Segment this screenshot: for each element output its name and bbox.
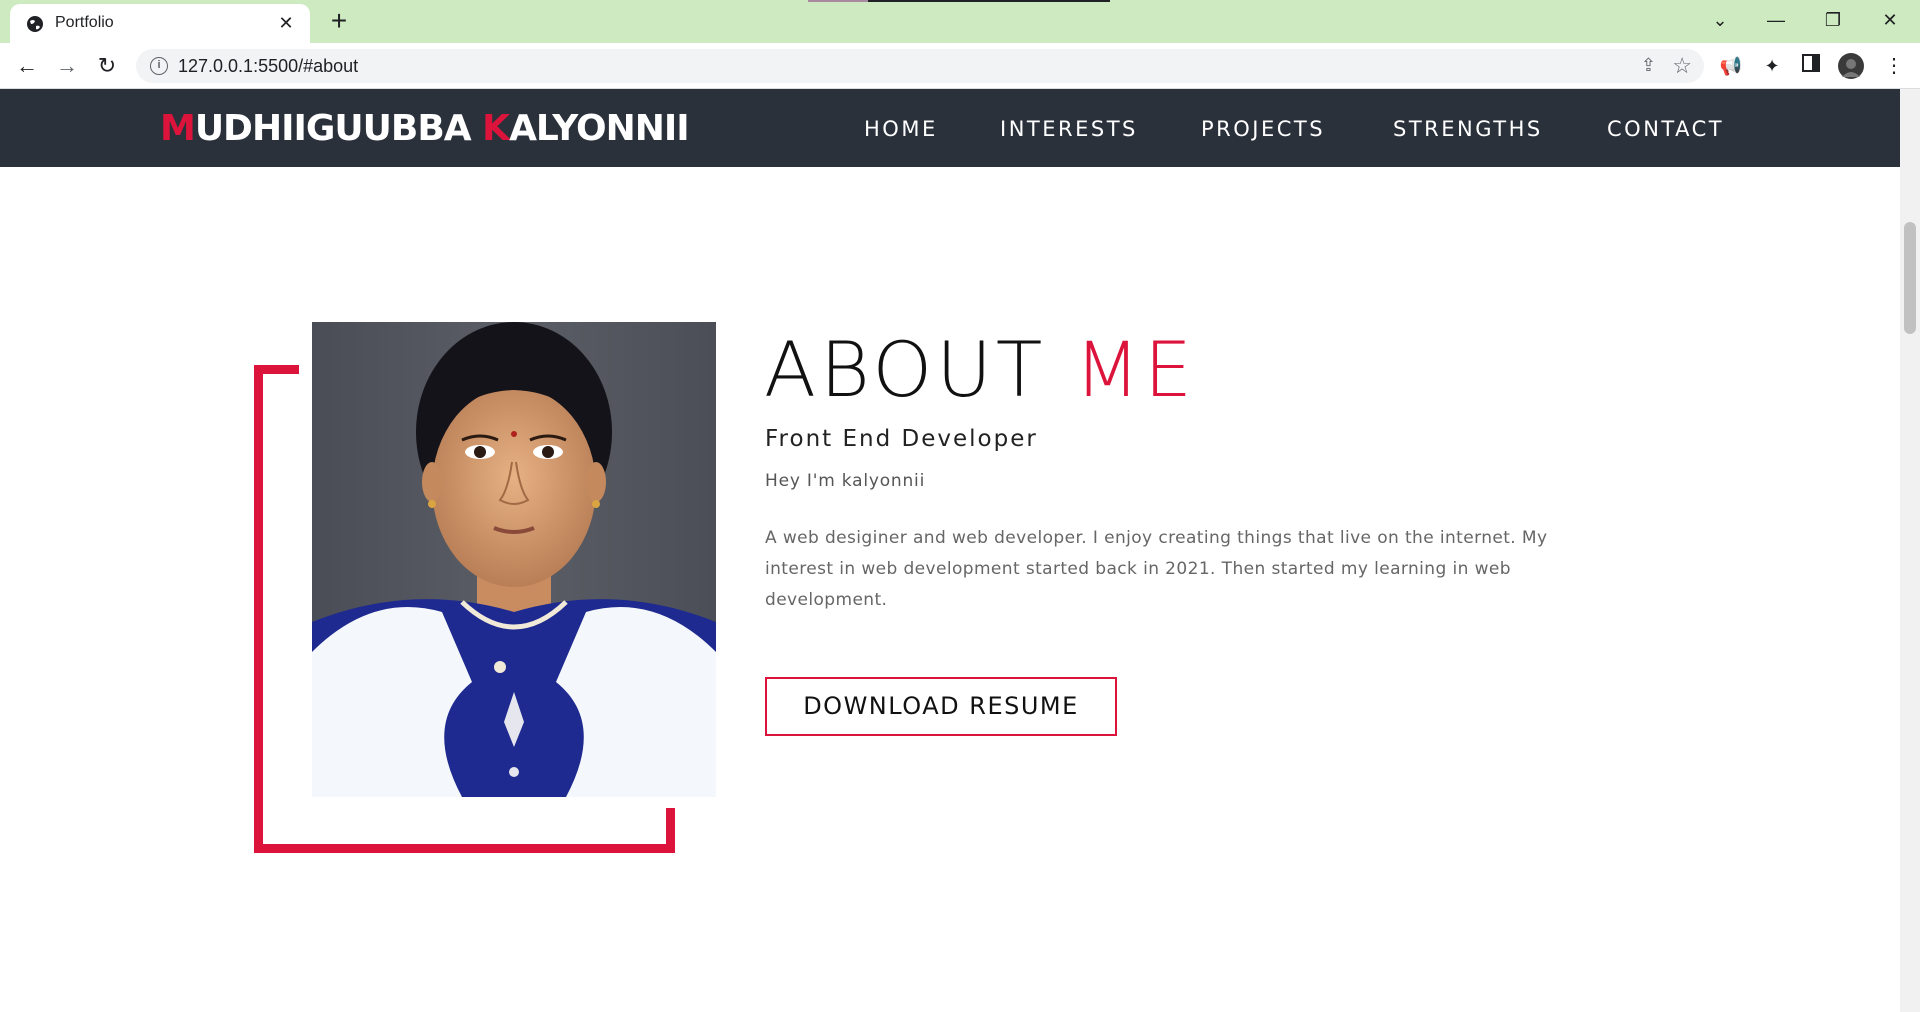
browser-menu-icon[interactable]: ⋮: [1881, 53, 1907, 79]
brand-initial-last: K: [482, 108, 510, 149]
browser-tab-strip: Portfolio ✕ + ⌄ — ❐ ✕: [0, 0, 1920, 43]
nav-link-home[interactable]: HOME: [864, 117, 938, 141]
new-tab-button[interactable]: +: [324, 6, 354, 36]
greeting-text: Hey I'm kalyonnii: [765, 471, 926, 491]
profile-photo: [312, 322, 716, 797]
brand-first-name-rest: UDHIIGUUBBA: [194, 108, 483, 149]
page-viewport: MUDHIIGUUBBA KALYONNII HOME INTERESTS PR…: [0, 89, 1900, 1012]
close-tab-icon[interactable]: ✕: [276, 13, 296, 33]
tab-search-chevron-down-icon[interactable]: ⌄: [1700, 6, 1740, 34]
photo-frame-top: [254, 365, 299, 374]
browser-tab[interactable]: Portfolio ✕: [10, 4, 310, 43]
bookmark-star-icon[interactable]: ☆: [1672, 53, 1692, 79]
tab-title: Portfolio: [55, 14, 114, 31]
minimize-window-button[interactable]: —: [1756, 6, 1796, 34]
reload-icon[interactable]: ↻: [92, 51, 122, 81]
site-info-icon[interactable]: i: [150, 57, 168, 75]
browser-toolbar: ← → ↻ i 127.0.0.1:5500/#about ⇪ ☆ 📢 ✦ ⋮: [0, 43, 1920, 89]
brand-last-name-rest: ALYONNII: [509, 108, 690, 149]
share-icon[interactable]: ⇪: [1641, 55, 1656, 76]
nav-link-projects[interactable]: PROJECTS: [1201, 117, 1325, 141]
restore-window-button[interactable]: ❐: [1813, 6, 1853, 34]
back-arrow-icon[interactable]: ←: [12, 51, 42, 81]
megaphone-extension-icon[interactable]: 📢: [1718, 53, 1744, 79]
photo-frame-right: [666, 808, 675, 853]
site-logo[interactable]: MUDHIIGUUBBA KALYONNII: [160, 108, 690, 149]
side-panel-icon[interactable]: [1798, 53, 1824, 79]
nav-link-interests[interactable]: INTERESTS: [1000, 117, 1138, 141]
tab-strip-divider-accent: [808, 0, 868, 2]
role-subtitle: Front End Developer: [765, 426, 1038, 452]
address-bar-url[interactable]: 127.0.0.1:5500/#about: [178, 56, 358, 77]
about-description: A web desiginer and web developer. I enj…: [765, 528, 1548, 610]
nav-link-strengths[interactable]: STRENGTHS: [1393, 117, 1543, 141]
forward-arrow-icon[interactable]: →: [52, 51, 82, 81]
scrollbar-thumb[interactable]: [1904, 222, 1916, 334]
about-heading-main: ABOUT: [764, 325, 1047, 414]
nav-link-contact[interactable]: CONTACT: [1607, 117, 1724, 141]
address-bar[interactable]: i 127.0.0.1:5500/#about ⇪ ☆: [136, 49, 1704, 83]
close-window-button[interactable]: ✕: [1870, 6, 1910, 34]
globe-icon: [27, 16, 43, 32]
page-scrollbar[interactable]: [1900, 89, 1920, 1012]
download-resume-button[interactable]: DOWNLOAD RESUME: [765, 677, 1117, 736]
profile-avatar[interactable]: [1838, 53, 1864, 79]
brand-initial-first: M: [160, 108, 196, 149]
site-navbar: MUDHIIGUUBBA KALYONNII HOME INTERESTS PR…: [0, 89, 1900, 167]
extensions-puzzle-icon[interactable]: ✦: [1759, 53, 1785, 79]
about-heading-accent: ME: [1074, 325, 1197, 414]
about-heading: ABOUT ME: [764, 325, 1196, 414]
photo-frame-left: [254, 365, 263, 853]
photo-frame-bottom: [254, 844, 675, 853]
